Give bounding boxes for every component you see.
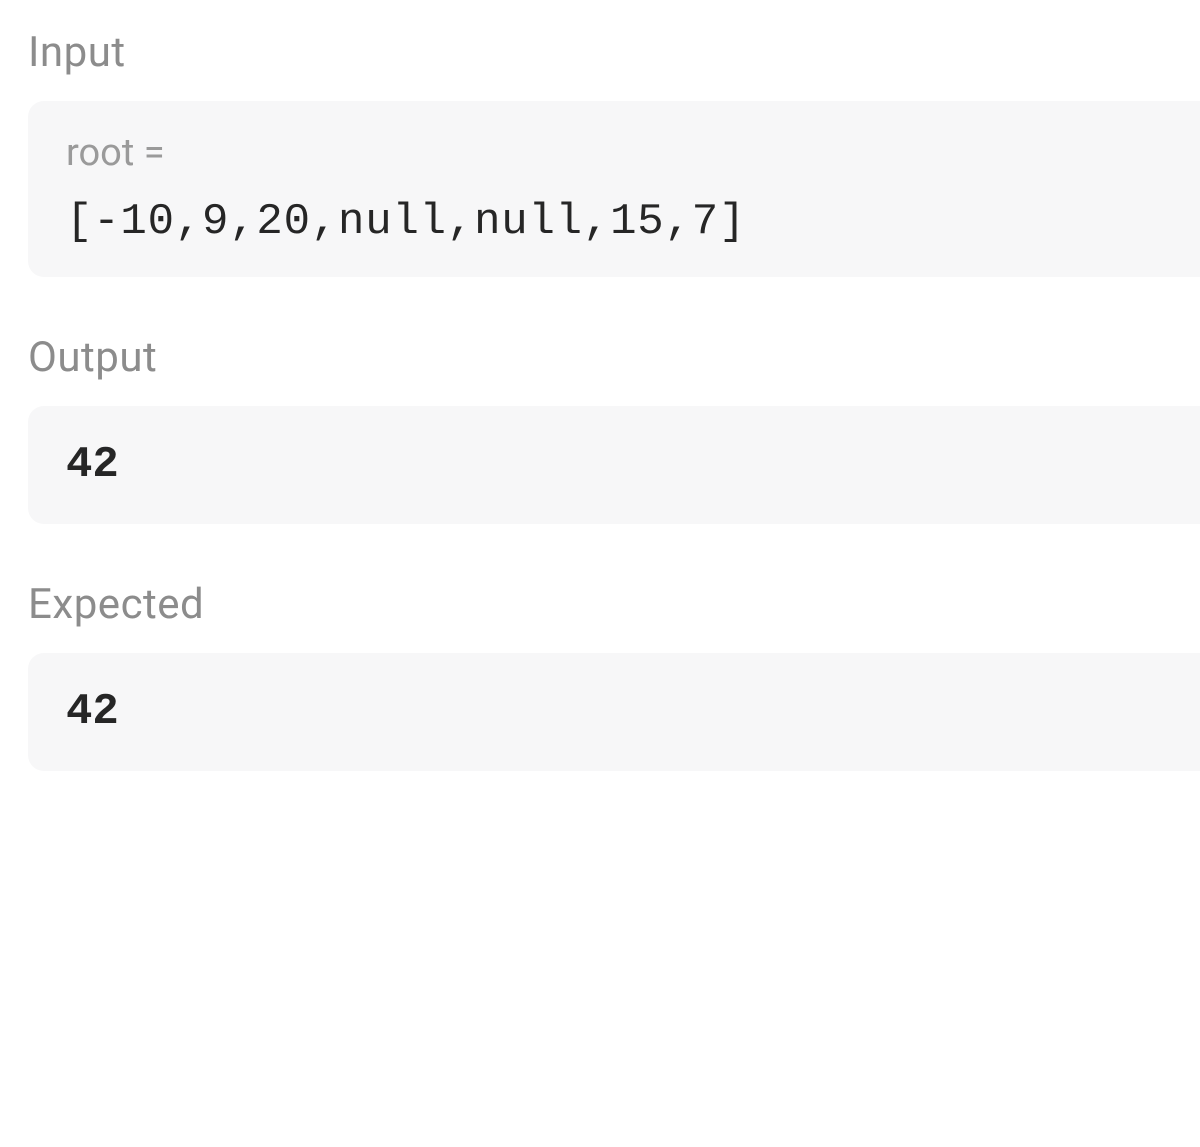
input-param-name: root = xyxy=(66,131,1162,175)
input-label: Input xyxy=(28,28,1200,77)
output-box: 42 xyxy=(28,406,1200,524)
expected-label: Expected xyxy=(28,580,1200,629)
input-param-value: [-10,9,20,null,null,15,7] xyxy=(66,197,1162,247)
expected-section: Expected 42 xyxy=(28,580,1200,771)
output-value: 42 xyxy=(66,440,1162,490)
output-section: Output 42 xyxy=(28,333,1200,524)
output-label: Output xyxy=(28,333,1200,382)
input-section: Input root = [-10,9,20,null,null,15,7] xyxy=(28,28,1200,277)
input-box: root = [-10,9,20,null,null,15,7] xyxy=(28,101,1200,277)
expected-value: 42 xyxy=(66,687,1162,737)
expected-box: 42 xyxy=(28,653,1200,771)
